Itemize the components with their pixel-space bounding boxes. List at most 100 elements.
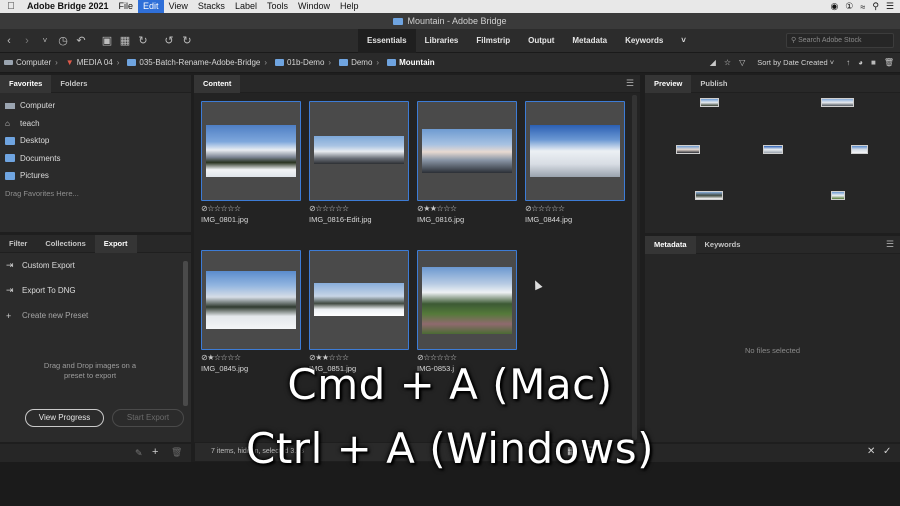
menu-view[interactable]: View — [164, 0, 193, 13]
record-icon[interactable]: ◉ — [830, 1, 838, 12]
workspace-libraries[interactable]: Libraries — [416, 29, 468, 53]
export-to-dng-preset[interactable]: ⇥ Export To DNG — [0, 278, 191, 303]
tab-preview[interactable]: Preview — [645, 74, 692, 93]
tab-keywords[interactable]: Keywords — [696, 236, 750, 254]
export-icon: ⇥ — [6, 285, 14, 295]
crumb-media[interactable]: ▼ MEDIA 04 › — [62, 58, 124, 67]
rotate-right-icon[interactable]: ↻ — [178, 34, 196, 47]
tab-collections[interactable]: Collections — [36, 235, 94, 253]
panel-menu-icon[interactable]: ☰ — [886, 239, 900, 250]
recent-icon[interactable]: ◷ — [54, 34, 72, 47]
workspace-essentials[interactable]: Essentials — [358, 28, 416, 53]
tab-favorites[interactable]: Favorites — [0, 74, 52, 93]
forward-icon[interactable]: › — [18, 35, 36, 47]
thumbnail-img-0853[interactable] — [417, 250, 517, 350]
crumb-demo[interactable]: Demo › — [335, 58, 383, 67]
tab-content[interactable]: Content — [194, 74, 241, 93]
rotate-left-icon[interactable]: ↺ — [160, 34, 178, 47]
preset-label: Create new Preset — [22, 311, 89, 320]
preview-panel: Preview Publish — [645, 74, 900, 233]
panel-menu-icon[interactable]: ☰ — [626, 78, 640, 89]
crumb-mountain[interactable]: Mountain — [383, 58, 435, 67]
workspace-keywords[interactable]: Keywords — [616, 29, 672, 53]
menu-stacks[interactable]: Stacks — [193, 0, 230, 13]
rating-stars[interactable]: ⊘☆☆☆☆☆ — [201, 204, 241, 213]
sort-direction-icon[interactable]: ↑ — [846, 58, 850, 67]
rating-stars[interactable]: ⊘☆☆☆☆☆ — [309, 204, 349, 213]
tab-metadata[interactable]: Metadata — [645, 235, 696, 254]
wifi-icon[interactable]: ≈ — [860, 2, 865, 12]
badge-icon[interactable]: ① — [845, 1, 853, 12]
crumb-batch-rename[interactable]: 035-Batch-Rename-Adobe-Bridge › — [123, 58, 271, 67]
thumbnail-img-0845[interactable] — [201, 250, 301, 350]
search-placeholder: Search Adobe Stock — [798, 37, 862, 44]
content-tabs: Content ☰ — [194, 74, 640, 93]
control-center-icon[interactable]: ☰ — [886, 1, 894, 12]
file-name: IMG_0844.jpg — [525, 215, 573, 224]
favorite-teach[interactable]: ⌂ teach — [0, 115, 191, 133]
favorite-label: Desktop — [20, 136, 50, 146]
crumb-label: 01b-Demo — [287, 58, 325, 67]
thumbnail-img-0816[interactable] — [417, 101, 517, 201]
thumbnail-img-0851[interactable] — [309, 250, 409, 350]
computer-icon — [5, 102, 15, 109]
crumb-demo-folder[interactable]: 01b-Demo › — [271, 58, 335, 67]
crumb-computer[interactable]: Computer › — [0, 58, 62, 67]
search-stock-input[interactable]: ⚲ Search Adobe Stock — [786, 33, 894, 48]
new-folder-icon[interactable]: ■ — [871, 58, 876, 67]
preview-image — [763, 145, 783, 154]
filter-icon[interactable]: ▽ — [739, 58, 745, 67]
menu-file[interactable]: File — [114, 0, 139, 13]
menu-label[interactable]: Label — [230, 0, 262, 13]
mountain-image — [314, 136, 404, 164]
custom-export-preset[interactable]: ⇥ Custom Export — [0, 253, 191, 278]
crumb-label: Computer — [16, 58, 52, 67]
menu-tools[interactable]: Tools — [262, 0, 293, 13]
thumbnail-img-0801[interactable] — [201, 101, 301, 201]
rating-stars[interactable]: ⊘★★☆☆☆ — [417, 204, 457, 213]
tab-export[interactable]: Export — [94, 234, 137, 253]
thumbnail-img-0816-edit[interactable] — [309, 101, 409, 201]
search-icon[interactable]: ⚲ — [872, 1, 879, 12]
folder-icon — [5, 171, 15, 180]
tab-publish[interactable]: Publish — [691, 75, 736, 93]
create-new-preset-button[interactable]: + Create new Preset — [0, 303, 191, 328]
tab-filter[interactable]: Filter — [0, 235, 36, 253]
trash-icon[interactable]: 🗑 — [884, 58, 894, 67]
chevron-right-icon: › — [376, 58, 380, 67]
star-filter-icon[interactable]: ☆ — [724, 58, 731, 67]
menu-help[interactable]: Help — [335, 0, 364, 13]
plus-icon: + — [6, 310, 12, 321]
preview-tabs: Preview Publish — [645, 74, 900, 93]
thumbnail-img-0844[interactable] — [525, 101, 625, 201]
refine-icon[interactable]: ▦ — [116, 34, 134, 47]
boomerang-icon[interactable]: ↶ — [72, 34, 90, 47]
workspace-output[interactable]: Output — [519, 29, 563, 53]
favorite-documents[interactable]: Documents — [0, 150, 191, 168]
app-menu[interactable]: Adobe Bridge 2021 — [22, 0, 114, 13]
rating-stars[interactable]: ⊘☆☆☆☆☆ — [525, 204, 565, 213]
folder-icon — [5, 154, 15, 163]
favorites-list: Computer ⌂ teach Desktop Documents Pictu… — [0, 93, 191, 202]
menu-edit[interactable]: Edit — [138, 0, 164, 13]
camera-icon[interactable]: ▣ — [98, 34, 116, 47]
favorite-label: teach — [20, 118, 40, 128]
favorite-pictures[interactable]: Pictures — [0, 167, 191, 185]
workspace-filmstrip[interactable]: Filmstrip — [467, 29, 519, 53]
quality-icon[interactable]: ◢ — [710, 58, 716, 67]
open-recent-icon[interactable]: ◕ — [858, 58, 863, 67]
tab-folders[interactable]: Folders — [51, 75, 96, 93]
favorite-desktop[interactable]: Desktop — [0, 132, 191, 150]
sync-icon[interactable]: ↻ — [134, 34, 152, 47]
menu-window[interactable]: Window — [293, 0, 335, 13]
sort-select[interactable]: Sort by Date Created ˅ — [753, 58, 838, 67]
back-icon[interactable]: ‹ — [0, 35, 18, 47]
workspace-metadata[interactable]: Metadata — [563, 29, 616, 53]
folder-icon — [393, 17, 404, 25]
chevron-right-icon: › — [55, 58, 58, 67]
favorite-computer[interactable]: Computer — [0, 97, 191, 115]
apple-icon[interactable]:  — [0, 1, 22, 12]
workspace-more-chevron-icon[interactable]: ˅ — [672, 29, 695, 53]
export-tabs: Filter Collections Export — [0, 234, 191, 253]
chevron-down-icon[interactable]: ˅ — [36, 36, 54, 45]
